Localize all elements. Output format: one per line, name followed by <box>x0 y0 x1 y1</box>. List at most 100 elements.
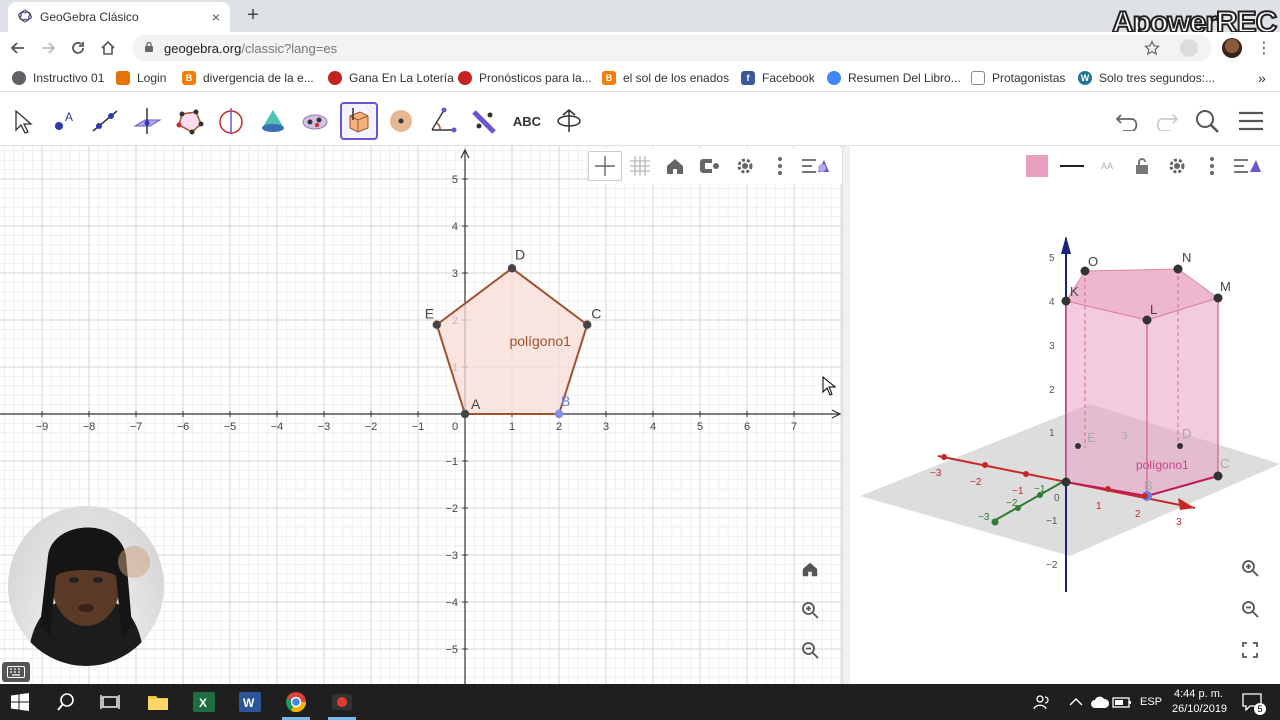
people-icon[interactable] <box>1030 690 1054 714</box>
axes-toggle-button[interactable] <box>588 151 622 181</box>
undo-icon[interactable] <box>1114 106 1144 136</box>
perpendicular-tool-button[interactable] <box>128 102 166 140</box>
rotate-view-tool-button[interactable] <box>550 102 588 140</box>
search-icon[interactable] <box>1192 106 1222 136</box>
graphics-3d-canvas[interactable]: 5 4 3 2 1 −1 −2 −3 −2 −1 1 2 3 −3 −2 −1 … <box>850 146 1280 684</box>
x-tick-label: −4 <box>271 421 284 433</box>
view-menu-icon[interactable] <box>798 151 832 181</box>
browser-menu-icon[interactable]: ⋮ <box>1256 38 1272 58</box>
zoom-in-3d-icon[interactable] <box>1236 554 1264 582</box>
standard-view-button[interactable] <box>658 151 692 181</box>
extension-icon[interactable] <box>1180 39 1198 57</box>
star-bookmark-icon[interactable] <box>1144 40 1160 59</box>
bookmark-label: Gana En La Lotería <box>349 71 454 85</box>
file-explorer-icon[interactable] <box>146 690 170 714</box>
reload-icon[interactable] <box>68 38 88 58</box>
extrude-prism-tool-button[interactable] <box>340 102 378 140</box>
browser-tab[interactable]: GeoGebra Clásico × <box>8 2 230 32</box>
bookmark-item[interactable]: Login <box>116 70 166 86</box>
settings-gear-icon[interactable] <box>728 151 762 181</box>
bookmark-label: Pronósticos para la... <box>479 71 592 85</box>
home-icon[interactable] <box>98 38 118 58</box>
color-swatch-button[interactable] <box>1020 151 1054 181</box>
bookmark-item[interactable]: Pronósticos para la... <box>458 70 592 86</box>
point-d-3d[interactable] <box>1177 443 1183 449</box>
point-a[interactable] <box>460 409 470 419</box>
more-bookmarks-icon[interactable]: » <box>1258 70 1266 86</box>
forward-arrow-icon[interactable] <box>38 38 58 58</box>
cloud-icon[interactable] <box>1088 690 1112 714</box>
circle-axis-tool-button[interactable] <box>212 102 250 140</box>
point-capturing-button[interactable] <box>693 151 727 181</box>
polygon-tool-button[interactable] <box>170 102 208 140</box>
zoom-out-3d-icon[interactable] <box>1236 595 1264 623</box>
settings-gear-icon[interactable] <box>1160 151 1194 181</box>
bookmark-item[interactable]: f Facebook <box>741 70 815 86</box>
new-tab-button[interactable]: + <box>242 4 264 26</box>
bookmark-item[interactable]: Bdivergencia de la e... <box>182 70 314 86</box>
sphere-tool-button[interactable] <box>382 102 420 140</box>
clock-date[interactable]: 26/10/2019 <box>1172 703 1227 715</box>
view-divider[interactable] <box>842 146 850 684</box>
fullscreen-icon[interactable] <box>1236 636 1264 664</box>
point-n[interactable] <box>1173 264 1183 274</box>
point-m[interactable] <box>1213 293 1223 303</box>
line-style-button[interactable] <box>1055 151 1089 181</box>
point-a-3d[interactable] <box>1061 477 1071 487</box>
bookmark-item[interactable]: Bel sol de los enados <box>602 70 729 86</box>
windows-start-icon[interactable] <box>8 690 32 714</box>
move-tool-button[interactable] <box>2 102 40 140</box>
graphics-view-3d[interactable]: 5 4 3 2 1 −1 −2 −3 −2 −1 1 2 3 −3 −2 −1 … <box>850 146 1280 684</box>
point-tool-button[interactable]: A <box>44 102 82 140</box>
label-style-icon[interactable]: AA <box>1090 151 1124 181</box>
angle-tool-button[interactable] <box>424 102 462 140</box>
bookmark-item[interactable]: W Solo tres segundos:... <box>1078 70 1215 86</box>
x-tick-label: −2 <box>365 421 378 433</box>
recorder-app-icon[interactable] <box>330 690 354 714</box>
home-view-icon[interactable] <box>796 555 824 583</box>
intersect-tool-button[interactable] <box>296 102 334 140</box>
more-options-icon[interactable] <box>763 151 797 181</box>
text-tool-button[interactable]: ABC <box>508 102 546 140</box>
bookmark-item[interactable]: Instructivo 01 <box>12 70 104 86</box>
chrome-icon[interactable] <box>284 690 308 714</box>
bookmark-item[interactable]: Resumen Del Libro... <box>827 70 961 86</box>
clock-time[interactable]: 4:44 p. m. <box>1174 688 1223 700</box>
virtual-keyboard-icon[interactable] <box>2 662 30 682</box>
lock-object-icon[interactable] <box>1125 151 1159 181</box>
zoom-out-icon[interactable] <box>796 636 824 664</box>
profile-avatar[interactable] <box>1222 38 1242 58</box>
view-menu-icon[interactable] <box>1230 151 1264 181</box>
polygon-icon <box>176 109 204 135</box>
zoom-in-icon[interactable] <box>796 596 824 624</box>
point-c-3d[interactable] <box>1213 471 1223 481</box>
bookmark-item[interactable]: Protagonistas <box>971 70 1065 86</box>
input-language[interactable]: ESP <box>1140 696 1162 708</box>
chevron-up-icon[interactable] <box>1064 690 1088 714</box>
more-options-icon[interactable] <box>1195 151 1229 181</box>
reflect-tool-button[interactable] <box>466 102 504 140</box>
point-label-d-3d: D <box>1182 426 1191 441</box>
line-tool-button[interactable] <box>86 102 124 140</box>
point-d[interactable] <box>507 264 517 273</box>
address-bar[interactable]: geogebra.org/classic?lang=es <box>132 35 1212 61</box>
search-icon[interactable] <box>54 690 78 714</box>
redo-icon[interactable] <box>1150 106 1180 136</box>
word-icon[interactable]: W <box>238 690 262 714</box>
battery-icon[interactable] <box>1110 690 1134 714</box>
cone-tool-button[interactable] <box>254 102 292 140</box>
point-label-b-3d: B <box>1144 478 1153 493</box>
point-b[interactable] <box>554 409 564 419</box>
task-view-icon[interactable] <box>98 690 122 714</box>
point-label-l: L <box>1150 302 1157 317</box>
hamburger-menu-icon[interactable] <box>1236 106 1266 136</box>
y-tick-label: −5 <box>445 644 458 656</box>
bookmark-item[interactable]: Gana En La Lotería <box>328 70 454 86</box>
close-tab-icon[interactable]: × <box>212 9 220 25</box>
point-c[interactable] <box>583 320 592 329</box>
back-arrow-icon[interactable] <box>8 38 28 58</box>
excel-icon[interactable]: X <box>192 690 216 714</box>
point-e[interactable] <box>432 320 441 329</box>
grid-toggle-button[interactable] <box>623 151 657 181</box>
point-e-3d[interactable] <box>1075 443 1081 449</box>
